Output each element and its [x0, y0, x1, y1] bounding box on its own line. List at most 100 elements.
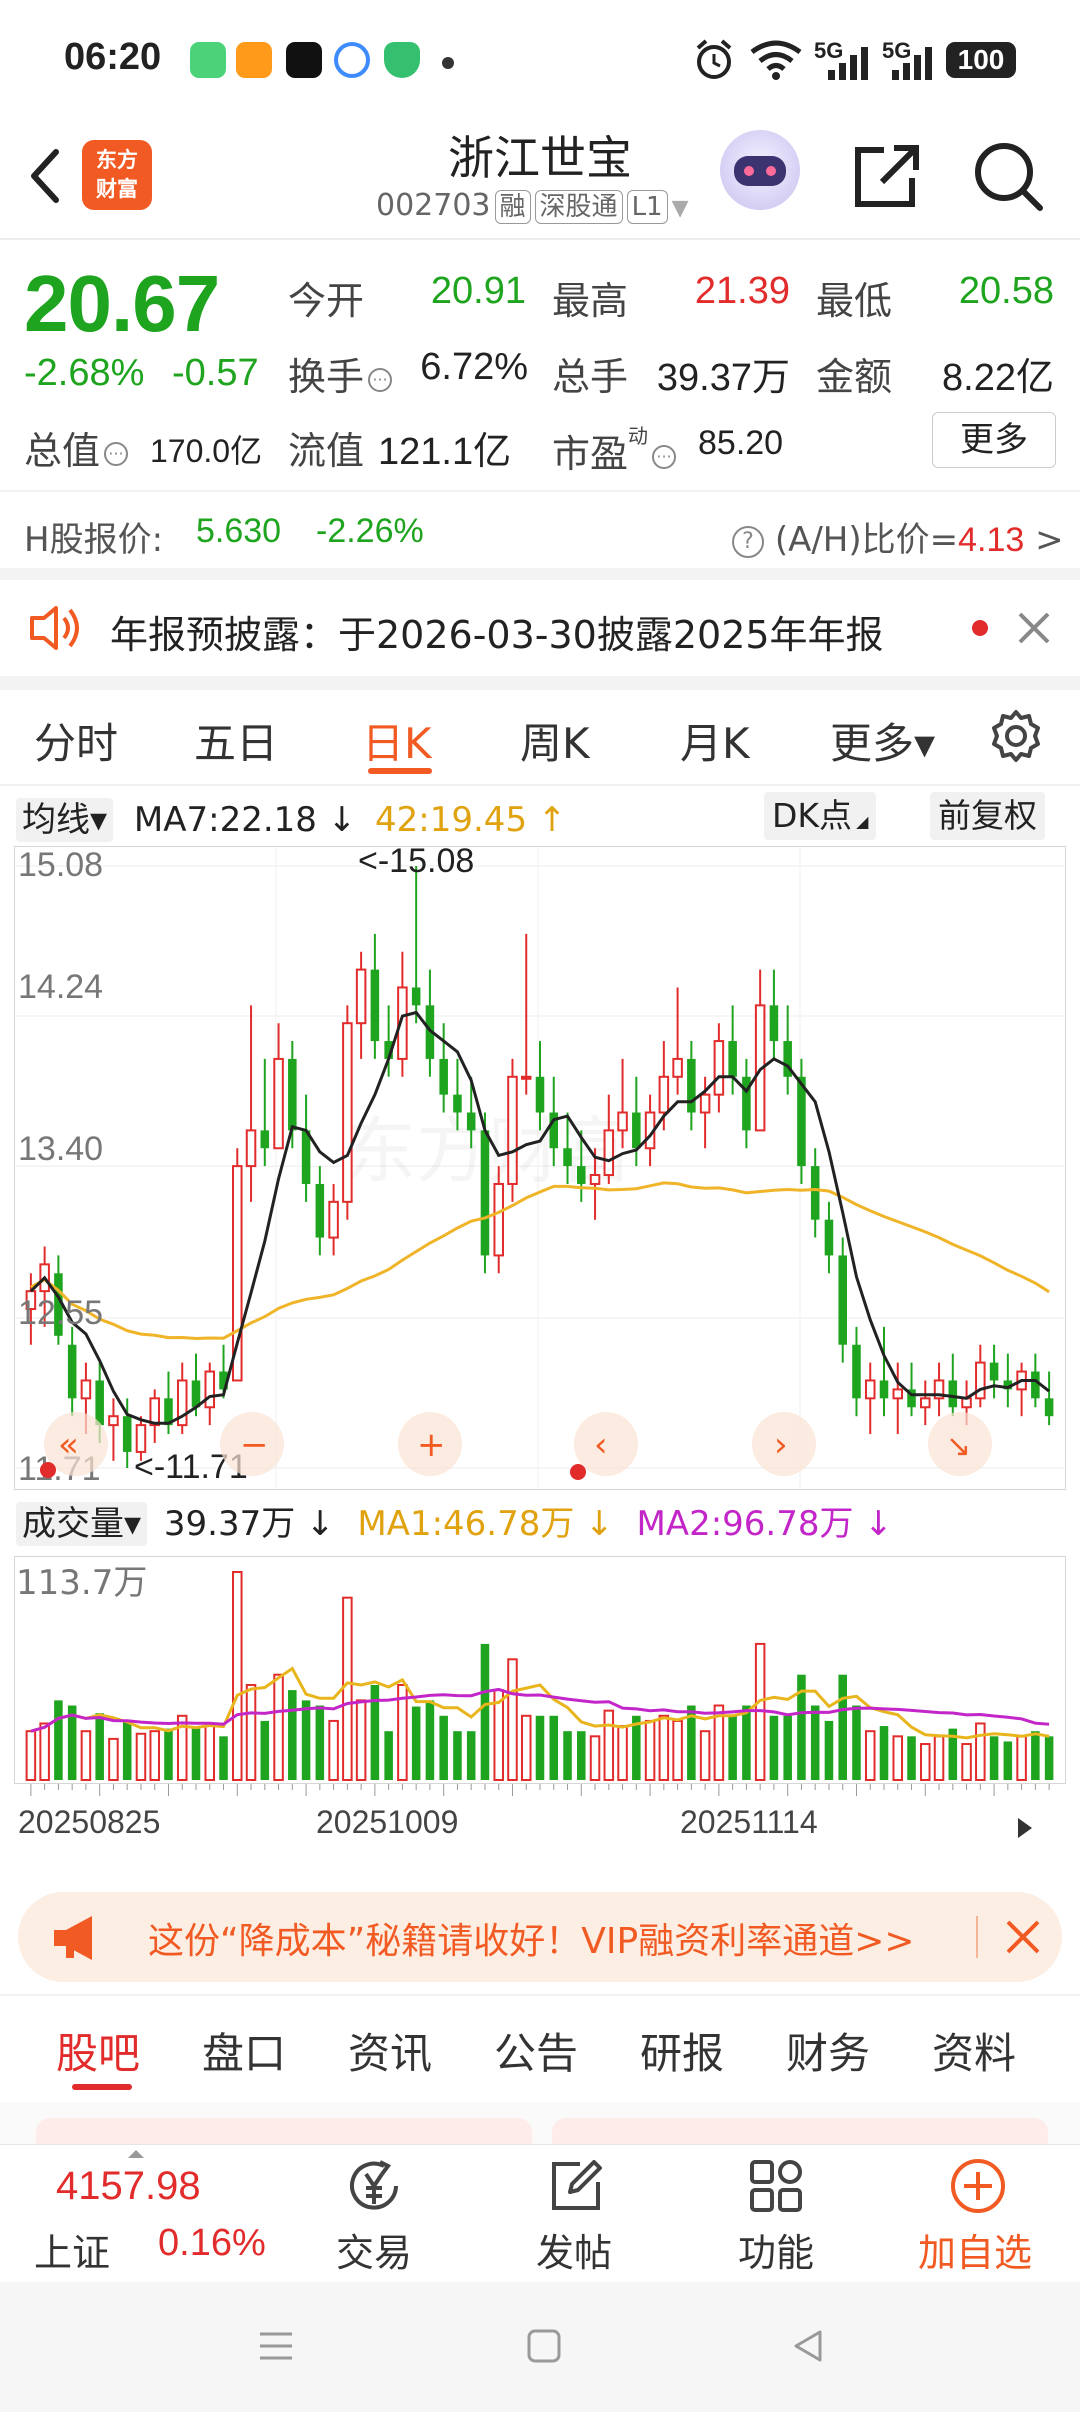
- pe-info-icon[interactable]: ···: [652, 444, 677, 469]
- candle-down: [852, 1344, 861, 1399]
- volume-bar-up: [273, 1673, 284, 1781]
- volume-bar-down: [439, 1715, 448, 1780]
- total-value: 170.0亿: [150, 433, 263, 469]
- candle-down: [1031, 1371, 1040, 1399]
- ah-ratio-arrow: >: [1035, 520, 1064, 560]
- tab-pankou[interactable]: 盘口: [202, 2020, 286, 2081]
- tab-monthly-k[interactable]: 月K: [680, 710, 750, 771]
- functions-grid-icon[interactable]: [746, 2156, 806, 2216]
- ah-ratio[interactable]: ? (A/H)比价=4.13 >: [728, 512, 1064, 561]
- scroll-right-button[interactable]: ›: [752, 1412, 816, 1476]
- nav-menu-icon[interactable]: [256, 2326, 296, 2366]
- volume-bar-down: [769, 1715, 779, 1780]
- tab-daily-k[interactable]: 日K: [362, 710, 432, 771]
- more-button[interactable]: 更多: [932, 412, 1056, 468]
- volume-value: 39.37万: [656, 357, 790, 399]
- pe-label: 市盈动···: [552, 420, 677, 478]
- y-axis-label: 13.40: [18, 1130, 103, 1168]
- adjust-button[interactable]: 前复权: [930, 792, 1045, 840]
- volume-indicator-selector[interactable]: 成交量▾: [16, 1502, 148, 1546]
- low-label: 最低: [816, 279, 893, 323]
- candle-down: [563, 1148, 572, 1167]
- volume-bar-up: [920, 1743, 931, 1781]
- post-edit-icon[interactable]: [546, 2156, 606, 2216]
- tab-five-day[interactable]: 五日: [194, 710, 278, 771]
- volume-ma1-label: MA1:46.78万 ↓: [357, 1504, 614, 1544]
- notice-close-icon[interactable]: [1016, 610, 1052, 646]
- level-tag[interactable]: L1: [626, 190, 668, 224]
- volume-bar-down: [783, 1715, 792, 1780]
- volume-bar-down: [852, 1705, 861, 1780]
- volume-bar-down: [577, 1731, 586, 1780]
- candle-down: [466, 1112, 476, 1131]
- alarm-icon: [696, 39, 732, 79]
- signal-icon-2: [892, 47, 932, 80]
- candle-up: [658, 1075, 670, 1114]
- nav-back-icon[interactable]: [788, 2326, 828, 2366]
- promo-banner[interactable]: 这份“降成本”秘籍请收好！VIP融资利率通道>>: [18, 1892, 1062, 1982]
- functions-button-label[interactable]: 功能: [738, 2222, 814, 2277]
- tab-announcements[interactable]: 公告: [494, 2020, 578, 2081]
- add-watchlist-plus-icon[interactable]: [948, 2156, 1008, 2216]
- volume-indicator-row: 成交量▾ 39.37万 ↓ MA1:46.78万 ↓ MA2:96.78万 ↓: [16, 1496, 893, 1546]
- trade-button-label[interactable]: 交易: [336, 2222, 412, 2277]
- zoom-in-button[interactable]: +: [398, 1412, 462, 1476]
- trade-yen-icon[interactable]: [344, 2156, 408, 2216]
- volume-bar-down: [824, 1720, 834, 1780]
- play-forward-icon[interactable]: [1004, 1808, 1044, 1848]
- candle-down: [879, 1380, 889, 1399]
- notice-banner[interactable]: 年报预披露：于2026-03-30披露2025年年报: [0, 580, 1080, 676]
- volume-bar-down: [425, 1700, 435, 1780]
- app-icon-green: [190, 42, 226, 78]
- search-icon[interactable]: [968, 136, 1048, 216]
- volume-bar-up: [39, 1722, 50, 1781]
- share-icon[interactable]: [846, 136, 926, 216]
- notice-text: 年报预披露：于2026-03-30披露2025年年报: [110, 613, 884, 657]
- nav-home-icon[interactable]: [524, 2326, 564, 2366]
- tab-profile[interactable]: 资料: [932, 2020, 1016, 2081]
- add-watchlist-label[interactable]: 加自选: [918, 2222, 1032, 2277]
- date-label: 20250825: [18, 1804, 161, 1840]
- tab-research[interactable]: 研报: [640, 2020, 724, 2081]
- tab-finance[interactable]: 财务: [786, 2020, 870, 2081]
- tab-more[interactable]: 更多▾: [830, 710, 935, 771]
- post-button-label[interactable]: 发帖: [536, 2222, 612, 2277]
- ah-help-icon[interactable]: ?: [732, 525, 764, 558]
- sh-index-value[interactable]: 4157.98: [56, 2164, 201, 2209]
- chart-settings-gear-icon[interactable]: [988, 708, 1044, 764]
- dk-point-button[interactable]: DK点 ◢: [764, 792, 877, 840]
- level-dropdown-icon[interactable]: ▼: [672, 196, 689, 221]
- candle-up: [493, 1182, 504, 1257]
- ma-indicator-selector[interactable]: 均线▾: [16, 798, 114, 842]
- zoom-out-button[interactable]: −: [220, 1412, 284, 1476]
- tab-guba[interactable]: 股吧: [56, 2020, 140, 2081]
- chart-period-tabs: 分时 五日 日K 周K 月K 更多▾: [0, 690, 1080, 786]
- candle-down: [687, 1058, 696, 1113]
- float-value-label: 流值: [288, 429, 365, 473]
- ai-assistant-avatar-icon[interactable]: [720, 130, 800, 210]
- volume-chart[interactable]: 113.7万: [14, 1556, 1066, 1784]
- total-value-label: 总值 ···: [24, 420, 129, 475]
- total-value-info-icon[interactable]: ···: [104, 441, 129, 466]
- open-label: 今开: [288, 279, 365, 323]
- app-root: 06:20 5G 5G 100 东方 财富 浙江世宝 002703 融深股通 L1 ▼ …: [0, 0, 1080, 2412]
- tab-news[interactable]: 资讯: [348, 2020, 432, 2081]
- ah-ratio-label: (A/H)比价=: [774, 520, 959, 560]
- tab-intraday[interactable]: 分时: [34, 710, 118, 771]
- candle-up: [713, 1040, 725, 1096]
- fast-forward-button[interactable]: ↘: [928, 1412, 992, 1476]
- candle-up: [589, 1174, 601, 1185]
- candle-up: [864, 1379, 876, 1400]
- tab-weekly-k[interactable]: 周K: [520, 710, 590, 771]
- amount-value: 8.22亿: [942, 357, 1054, 399]
- event-marker-dot[interactable]: [40, 1462, 56, 1478]
- turnover-info-icon[interactable]: ···: [368, 367, 393, 392]
- candle-down: [728, 1041, 737, 1077]
- event-marker-dot[interactable]: [570, 1464, 586, 1480]
- kline-chart[interactable]: 东方财富 15.08 14.24 13.40 12.55 11.71 <-15.…: [14, 846, 1066, 1490]
- promo-close-icon[interactable]: [1004, 1918, 1042, 1956]
- volume-bar-up: [355, 1699, 367, 1781]
- pe-sup: 动: [628, 424, 649, 448]
- pe-value: 85.20: [698, 424, 784, 462]
- volume-bar-down: [989, 1736, 999, 1780]
